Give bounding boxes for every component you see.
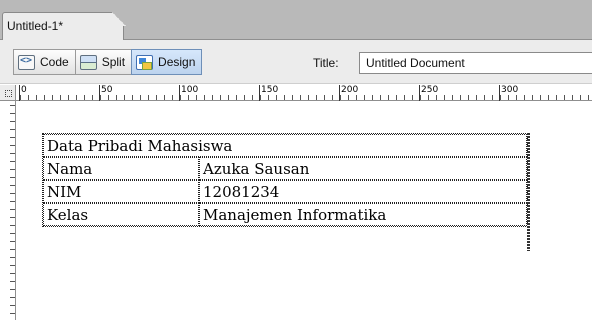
ruler-label: 150 [261, 85, 279, 95]
ruler-tick [179, 85, 180, 101]
table-value-cell[interactable]: Manajemen Informatika [199, 203, 527, 226]
document-title-input[interactable] [359, 52, 592, 74]
design-view-label: Design [158, 55, 196, 69]
ruler-origin[interactable] [0, 85, 16, 101]
table-row: Data Pribadi Mahasiswa [43, 134, 527, 157]
student-data-table[interactable]: Data Pribadi Mahasiswa Nama Azuka Sausan… [42, 133, 528, 227]
table-row: Kelas Manajemen Informatika [43, 203, 527, 226]
ruler-tick [499, 85, 500, 101]
tab-corner [112, 12, 126, 26]
ruler-label: 200 [341, 85, 359, 95]
code-view-label: Code [40, 55, 69, 69]
view-mode-group: Code Split Design [13, 49, 203, 75]
horizontal-ruler[interactable]: 0 50 100 150 200 250 300 [16, 85, 592, 101]
code-view-button[interactable]: Code [13, 49, 76, 75]
table-value-cell[interactable]: Azuka Sausan [199, 157, 527, 180]
split-view-button[interactable]: Split [74, 49, 133, 75]
ruler-label: 300 [501, 85, 519, 95]
ruler-tick [339, 85, 340, 101]
document-tab-label: Untitled-1* [7, 19, 64, 33]
code-icon [18, 54, 35, 70]
table-resize-handle[interactable] [527, 133, 530, 251]
document-toolbar: Code Split Design Title: [0, 40, 592, 84]
table-label-cell[interactable]: Nama [43, 157, 199, 180]
table-row: NIM 12081234 [43, 180, 527, 203]
design-icon [136, 54, 154, 70]
ruler-label: 250 [421, 85, 439, 95]
design-view-button[interactable]: Design [131, 49, 203, 75]
ruler-tick [19, 85, 20, 101]
ruler-label: 100 [181, 85, 199, 95]
title-label: Title: [313, 56, 339, 70]
ruler-label: 0 [21, 85, 27, 95]
table-value-cell[interactable]: 12081234 [199, 180, 527, 203]
table-label-cell[interactable]: Kelas [43, 203, 199, 226]
table-header-cell[interactable]: Data Pribadi Mahasiswa [43, 134, 527, 157]
table-row: Nama Azuka Sausan [43, 157, 527, 180]
ruler-tick [419, 85, 420, 101]
ruler-tick [259, 85, 260, 101]
split-icon [79, 54, 97, 70]
document-tab[interactable]: Untitled-1* [2, 12, 124, 41]
split-view-label: Split [101, 55, 126, 69]
ruler-label: 50 [101, 85, 113, 95]
document-tab-bar: Untitled-1* [0, 0, 592, 41]
table-label-cell[interactable]: NIM [43, 180, 199, 203]
ruler-tick [99, 85, 100, 101]
vertical-ruler[interactable] [0, 101, 16, 320]
design-canvas[interactable]: Data Pribadi Mahasiswa Nama Azuka Sausan… [17, 102, 592, 320]
